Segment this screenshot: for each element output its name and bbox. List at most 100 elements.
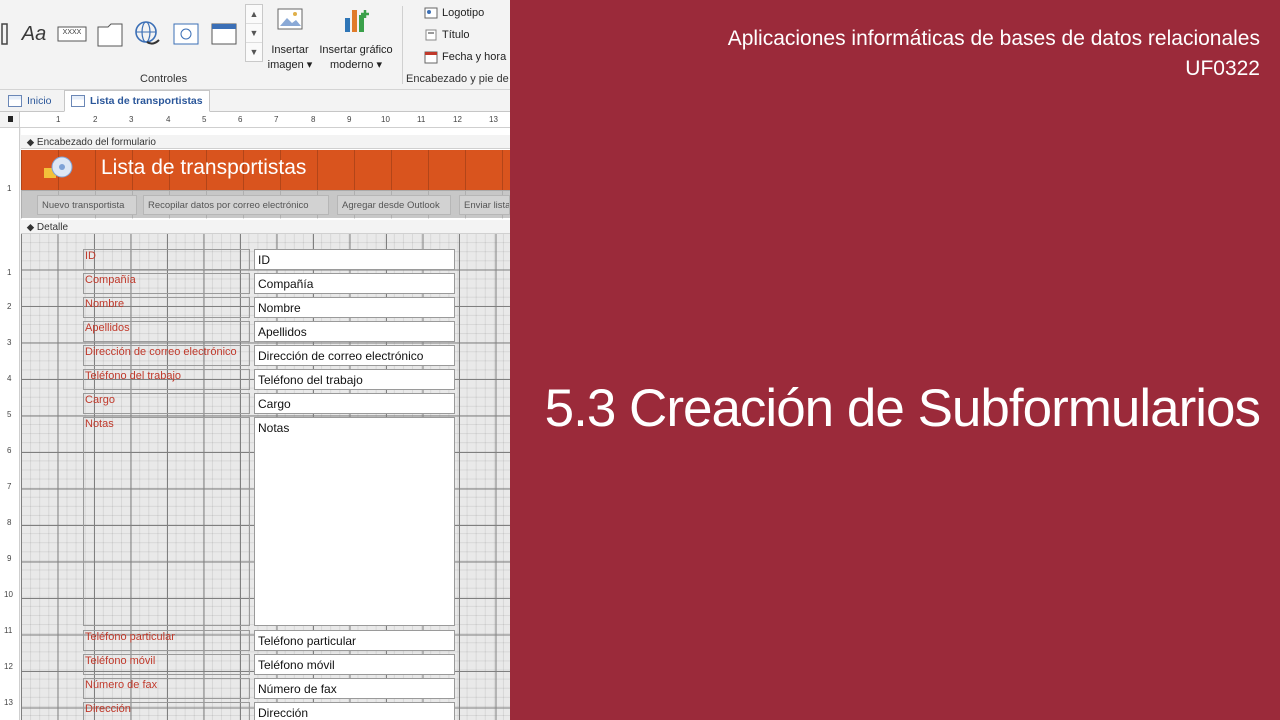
field-textbox-id[interactable]: ID [254,249,455,270]
field-label-apellidos[interactable]: Apellidos [83,321,250,342]
access-design-window: Aa XXXX ▲ ▼ ▼ Insertar imagen ▾ Insertar… [0,0,510,720]
tab-inicio-label: Inicio [27,95,52,107]
ruler-number: 9 [347,115,352,124]
ruler-number: 10 [4,590,13,599]
field-label-mobile-phone[interactable]: Teléfono móvil [83,654,250,675]
ruler-number: 12 [453,115,462,124]
ruler-number: 7 [274,115,279,124]
ruler-number: 2 [7,302,12,311]
insert-image-label-1: Insertar [271,44,309,56]
new-carrier-button[interactable]: Nuevo transportista [37,195,137,215]
logo-button[interactable]: Logotipo [424,6,484,20]
insert-image-button[interactable]: Insertar imagen ▾ [264,6,316,73]
navigation-control-icon[interactable] [208,18,240,50]
document-tabs: Inicio Lista de transportistas [0,90,510,112]
tab-inicio[interactable]: Inicio [2,90,58,112]
logo-label: Logotipo [442,7,485,19]
form-icon [8,95,22,107]
gallery-up-icon[interactable]: ▲ [246,5,262,24]
send-list-button[interactable]: Enviar lista [459,195,510,215]
course-title: Aplicaciones informáticas de bases de da… [728,24,1260,84]
field-textbox-compania[interactable]: Compañía [254,273,455,294]
calendar-icon [424,51,438,64]
title-button[interactable]: Título [424,28,470,42]
field-textbox-apellidos[interactable]: Apellidos [254,321,455,342]
field-label-compania[interactable]: Compañía [83,273,250,294]
field-textbox-direccion[interactable]: Dirección [254,702,455,720]
field-textbox-fax[interactable]: Número de fax [254,678,455,699]
ruler-number: 4 [7,374,12,383]
ruler-number: 4 [166,115,171,124]
course-name: Aplicaciones informáticas de bases de da… [727,27,1260,50]
controls-gallery-scroll[interactable]: ▲ ▼ ▼ [245,4,263,62]
gallery-down-icon[interactable]: ▼ [246,24,262,43]
ribbon: Aa XXXX ▲ ▼ ▼ Insertar imagen ▾ Insertar… [0,0,510,90]
label-control-glyph: Aa [21,22,47,45]
textbox-control-icon[interactable]: XXXX [56,18,88,50]
collect-email-data-button[interactable]: Recopilar datos por correo electrónico [143,195,329,215]
insert-chart-label-1: Insertar gráfico [319,44,393,56]
field-textbox-email[interactable]: Dirección de correo electrónico [254,345,455,366]
ruler-number: 1 [7,268,12,277]
ruler-number: 9 [7,554,12,563]
ruler-number: 3 [129,115,134,124]
ruler-number: 5 [202,115,207,124]
form-header-section-bar[interactable]: ◆ Encabezado del formulario [21,135,510,149]
ruler-number: 5 [7,410,12,419]
field-label-cargo[interactable]: Cargo [83,393,250,414]
title-icon [425,29,437,41]
ruler-number: 2 [93,115,98,124]
title-label: Título [442,29,470,41]
ruler-number: 6 [7,446,12,455]
form-title[interactable]: Lista de transportistas [101,156,306,180]
field-label-work-phone[interactable]: Teléfono del trabajo [83,369,250,390]
field-textbox-home-phone[interactable]: Teléfono particular [254,630,455,651]
header-footer-group-label: Encabezado y pie de [406,73,509,85]
field-label-nombre[interactable]: Nombre [83,297,250,318]
hyperlink-control-icon[interactable] [132,18,164,50]
field-label-email[interactable]: Dirección de correo electrónico [83,345,250,366]
image-icon [277,8,303,30]
ruler-number: 10 [381,115,390,124]
detail-section: ID ID Compañía Compañía Nombre Nombre Ap… [21,234,510,720]
field-label-home-phone[interactable]: Teléfono particular [83,630,250,651]
gallery-more-icon[interactable]: ▼ [246,43,262,62]
insert-chart-button[interactable]: Insertar gráfico moderno ▾ [316,6,396,73]
logo-icon [424,7,438,19]
ruler-number: 7 [7,482,12,491]
ruler-number: 6 [238,115,243,124]
field-label-notas[interactable]: Notas [83,417,250,626]
field-label-id[interactable]: ID [83,249,250,270]
field-label-direccion[interactable]: Dirección [83,702,250,720]
textbox-control-glyph: XXXX [62,29,82,36]
label-control-icon[interactable]: Aa [18,18,50,50]
ruler-number: 8 [7,518,12,527]
chart-icon [345,10,369,32]
ruler-number: 1 [56,115,61,124]
form-logo-icon[interactable] [42,154,74,182]
rectangle-control-icon[interactable] [0,18,10,50]
form-header-band: Lista de transportistas [21,150,510,190]
datetime-button[interactable]: Fecha y hora [424,50,506,64]
title-slide: Aplicaciones informáticas de bases de da… [510,0,1280,720]
form-selector[interactable] [0,112,20,127]
controls-group-label: Controles [140,73,188,85]
form-design-surface: ◆ Encabezado del formulario Lista de tran… [21,128,510,720]
field-textbox-notas[interactable]: Notas [254,417,455,626]
tab-control-icon[interactable] [94,18,126,50]
field-textbox-work-phone[interactable]: Teléfono del trabajo [254,369,455,390]
tab-lista-label: Lista de transportistas [90,95,203,107]
field-textbox-nombre[interactable]: Nombre [254,297,455,318]
field-textbox-mobile-phone[interactable]: Teléfono móvil [254,654,455,675]
tab-lista-de-transportistas[interactable]: Lista de transportistas [64,90,210,112]
ribbon-separator [402,6,403,84]
field-textbox-cargo[interactable]: Cargo [254,393,455,414]
vertical-ruler: 1 1 2 3 4 5 6 7 8 9 10 11 12 13 [0,128,20,720]
field-label-fax[interactable]: Número de fax [83,678,250,699]
detail-section-bar[interactable]: ◆ Detalle [21,220,510,234]
detail-section-label: Detalle [36,222,69,233]
add-from-outlook-button[interactable]: Agregar desde Outlook [337,195,451,215]
screen: Aa XXXX ▲ ▼ ▼ Insertar imagen ▾ Insertar… [0,0,1280,720]
web-browser-control-icon[interactable] [170,18,202,50]
ruler-number: 12 [4,662,13,671]
